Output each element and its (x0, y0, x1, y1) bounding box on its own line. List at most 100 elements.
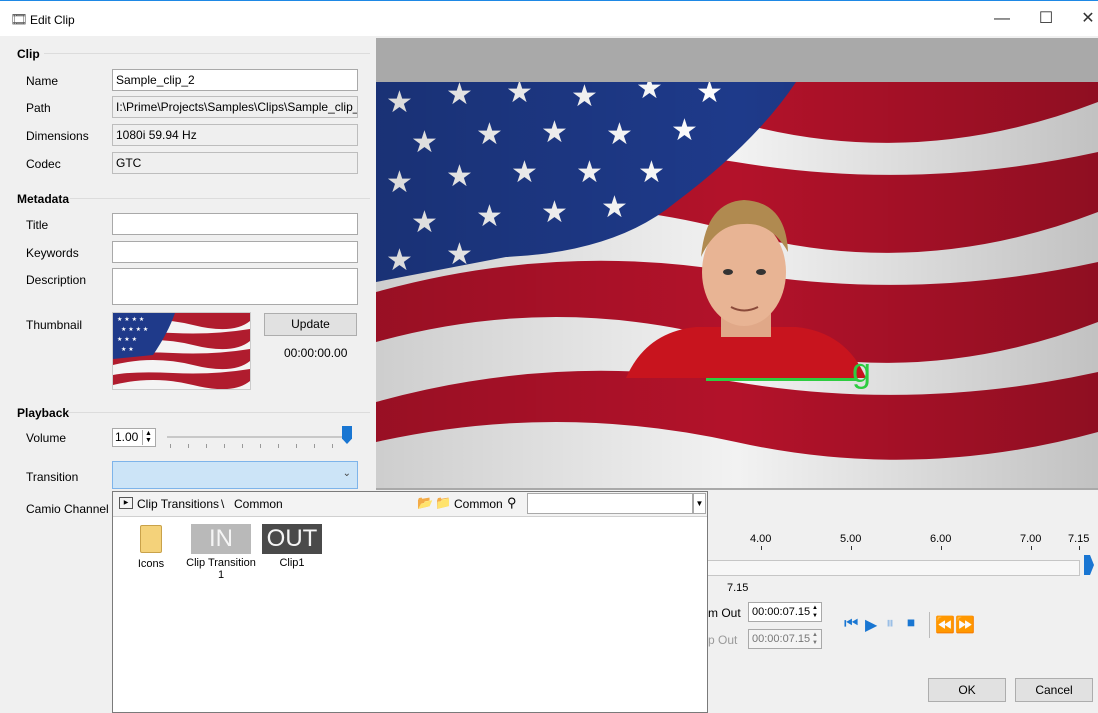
title-field[interactable] (112, 213, 358, 235)
metadata-section-title: Metadata (17, 192, 70, 206)
title-label: Title (26, 218, 49, 232)
codec-field: GTC (112, 152, 358, 174)
camio-channel-label: Camio Channel (26, 502, 109, 516)
stop-out-value: 00:00:07.15 (752, 633, 811, 645)
tick-label-7: 7.00 (1020, 533, 1042, 545)
cancel-button[interactable]: Cancel (1015, 678, 1093, 702)
svg-text:★ ★ ★: ★ ★ ★ (117, 336, 137, 343)
trim-out-label: m Out (708, 606, 741, 620)
description-label: Description (26, 273, 87, 287)
stop-out-spinner[interactable]: ▲ ▼ (810, 631, 820, 647)
item-clip-transition-1[interactable]: IN Clip Transition 1 (185, 524, 257, 581)
path-label: Path (26, 101, 51, 115)
keywords-label: Keywords (26, 246, 79, 260)
codec-label: Codec (26, 157, 61, 171)
step-back-button[interactable]: ⏪ (935, 615, 955, 635)
go-to-start-button[interactable]: ⏮ (844, 615, 858, 633)
tick-label-7-15: 7.15 (1068, 533, 1090, 545)
playback-section-divider (68, 412, 370, 413)
location-folder-icon: 📁 (435, 495, 452, 510)
volume-label: Volume (26, 431, 67, 445)
search-icon[interactable]: ⚲ (507, 495, 517, 511)
app-icon: 🎞 (10, 11, 28, 27)
dimensions-field: 1080i 59.94 Hz (112, 124, 358, 146)
chevron-down-icon: ⌄ (342, 468, 351, 479)
popup-search-input[interactable] (527, 493, 693, 514)
breadcrumb-separator: \ (221, 497, 225, 511)
transition-label: Transition (26, 470, 79, 484)
name-label: Name (26, 74, 59, 88)
tick-mark-7 (1031, 546, 1032, 550)
dimensions-label: Dimensions (26, 129, 89, 143)
out-transition-icon: OUT (262, 524, 322, 554)
item-clip1-label: Clip1 (279, 557, 305, 569)
item-icons[interactable]: Icons (131, 525, 171, 570)
metadata-section-divider (70, 198, 370, 199)
breadcrumb-leaf[interactable]: Common (234, 497, 283, 511)
timeline-track[interactable] (708, 560, 1080, 576)
svg-text:★ ★ ★ ★: ★ ★ ★ ★ (121, 326, 148, 333)
clip-section-title: Clip (17, 47, 40, 61)
tick-mark-4 (761, 546, 762, 550)
item-clip-transition-label: Clip Transition 1 (186, 557, 256, 581)
volume-input[interactable]: 1.00 ▲ ▼ (112, 428, 156, 447)
volume-slider-thumb[interactable] (342, 426, 352, 444)
volume-value: 1.00 (115, 430, 139, 444)
play-button[interactable]: ▶ (865, 615, 877, 635)
volume-spinner[interactable]: ▲ ▼ (142, 430, 154, 445)
keywords-field[interactable] (112, 241, 358, 263)
window-title: Edit Clip (30, 13, 75, 27)
path-field[interactable]: I:\Prime\Projects\Samples\Clips\Sample_c… (112, 96, 358, 118)
stop-button[interactable]: ⏹ (907, 615, 915, 633)
location-label[interactable]: Common (454, 497, 503, 511)
folder-up-icon[interactable]: 📂 (417, 495, 433, 511)
description-field[interactable] (112, 268, 358, 305)
item-icons-label: Icons (137, 558, 165, 570)
update-thumbnail-button[interactable]: Update (264, 313, 357, 336)
tick-label-5: 5.00 (840, 533, 862, 545)
trim-out-spinner[interactable]: ▲ ▼ (810, 604, 820, 620)
tick-mark-5 (851, 546, 852, 550)
name-field[interactable]: Sample_clip_2 (112, 69, 358, 91)
breadcrumb-root[interactable]: Clip Transitions (137, 497, 219, 511)
svg-text:★ ★: ★ ★ (121, 346, 134, 353)
trim-out-value: 00:00:07.15 (752, 606, 811, 618)
item-clip1[interactable]: OUT Clip1 (259, 524, 325, 569)
overlay-underline (706, 378, 856, 381)
minimize-button[interactable]: — (980, 7, 1024, 31)
search-dropdown-arrow[interactable]: ▼ (693, 493, 706, 514)
overlay-text: g (852, 352, 871, 390)
close-button[interactable]: ✕ (1066, 7, 1098, 31)
clip-section-divider (44, 53, 370, 54)
folder-icon (140, 525, 162, 553)
tick-mark-7-15 (1079, 546, 1080, 550)
stop-out-label: p Out (708, 633, 738, 647)
thumbnail-time: 00:00:00.00 (284, 346, 348, 360)
tick-label-4: 4.00 (750, 533, 772, 545)
thumbnail-label: Thumbnail (26, 318, 83, 332)
volume-slider-track[interactable] (167, 436, 352, 438)
popup-toolbar: ▶ Clip Transitions \ Common 📂 📁 Common ⚲… (113, 492, 707, 517)
preview-frame: ★★★★★★ ★★★★★ ★★★★★ ★★★★ ★★ g (376, 82, 1098, 488)
thumbnail-image: ★ ★ ★ ★ ★ ★ ★ ★ ★ ★ ★ ★ ★ (112, 312, 251, 390)
tick-label-6: 6.00 (930, 533, 952, 545)
maximize-button[interactable]: ☐ (1024, 7, 1068, 31)
ok-button[interactable]: OK (928, 678, 1006, 702)
svg-text:★ ★ ★ ★: ★ ★ ★ ★ (117, 316, 144, 323)
step-forward-button[interactable]: ⏩ (955, 615, 975, 635)
transition-dropdown[interactable]: ⌄ (112, 461, 358, 489)
pause-button[interactable]: ⏸ (886, 615, 894, 633)
title-bar: 🎞 Edit Clip — ☐ ✕ (0, 0, 1098, 36)
folder-view-icon: ▶ (119, 497, 133, 509)
stop-out-field[interactable]: 00:00:07.15 ▲ ▼ (748, 629, 822, 649)
tick-mark-6 (941, 546, 942, 550)
playback-section-title: Playback (17, 406, 70, 420)
video-preview: ★★★★★★ ★★★★★ ★★★★★ ★★★★ ★★ g (376, 38, 1098, 490)
trim-out-field[interactable]: 00:00:07.15 ▲ ▼ (748, 602, 822, 622)
playhead-handle[interactable] (1084, 555, 1094, 575)
transition-browser-popup: ▶ Clip Transitions \ Common 📂 📁 Common ⚲… (112, 491, 708, 713)
volume-slider-ticks (170, 444, 350, 448)
current-position: 7.15 (727, 582, 749, 594)
transport-divider (929, 612, 930, 638)
in-transition-icon: IN (191, 524, 251, 554)
